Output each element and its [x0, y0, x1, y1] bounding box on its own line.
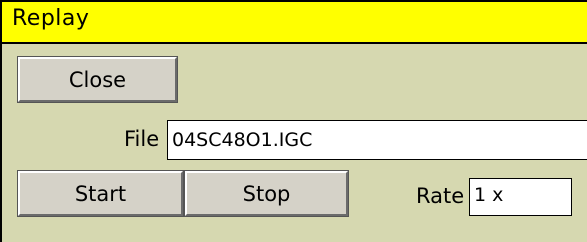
close-button[interactable]: Close — [17, 56, 178, 103]
stop-button[interactable]: Stop — [184, 170, 349, 217]
rate-field[interactable]: 1 x — [469, 178, 572, 216]
rate-label: Rate — [416, 184, 465, 208]
title-bar: Replay — [2, 2, 587, 44]
replay-dialog: Replay Close File 04SC48O1.IGC Start Sto… — [0, 0, 587, 242]
file-label: File — [124, 127, 160, 151]
file-field[interactable]: 04SC48O1.IGC — [167, 120, 587, 160]
dialog-title: Replay — [12, 6, 90, 31]
start-button[interactable]: Start — [17, 170, 184, 217]
